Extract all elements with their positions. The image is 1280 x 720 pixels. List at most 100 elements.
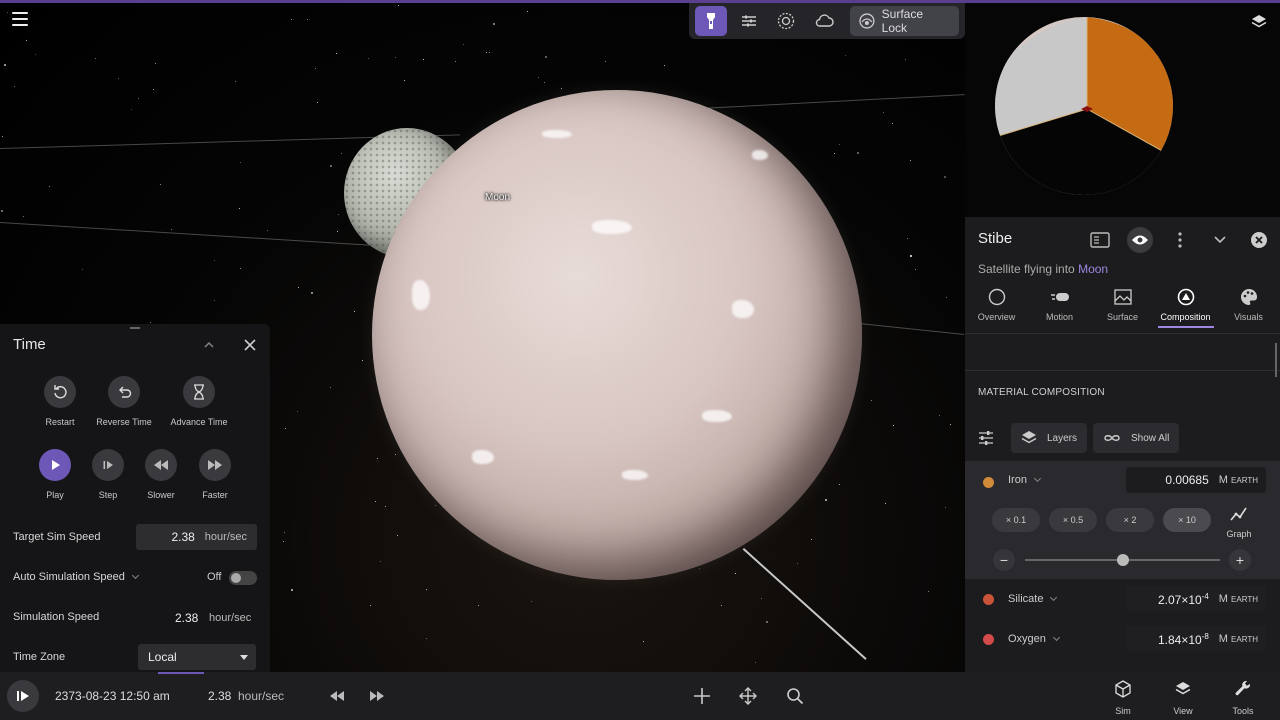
moon-label[interactable]: Moon: [485, 192, 510, 203]
collapse-up-icon[interactable]: [200, 336, 218, 354]
reverse-time-label: Reverse Time: [96, 417, 152, 427]
eye-icon[interactable]: [1127, 227, 1153, 253]
material-card-iron: Iron 0.00685 M EARTH × 0.1 × 0.5 × 2 × 1…: [965, 461, 1280, 579]
faster-button[interactable]: Faster: [195, 449, 235, 500]
material-name: Oxygen: [1008, 633, 1046, 645]
material-name-dropdown[interactable]: Oxygen: [1008, 633, 1060, 645]
rewind-icon[interactable]: [326, 685, 348, 707]
faster-label: Faster: [202, 490, 228, 500]
graph-button[interactable]: Graph: [1223, 506, 1255, 539]
show-all-button[interactable]: Show All: [1093, 423, 1180, 453]
tab-surface[interactable]: Surface: [1091, 287, 1154, 329]
star: [857, 152, 859, 154]
panel-drag-handle[interactable]: [130, 327, 140, 329]
star: [291, 589, 293, 591]
flashlight-icon[interactable]: [695, 6, 727, 36]
play-pause-button[interactable]: [7, 680, 39, 712]
reverse-time-button[interactable]: Reverse Time: [90, 376, 158, 427]
auto-sim-speed-toggle[interactable]: [229, 571, 257, 585]
scrollbar[interactable]: [1275, 343, 1277, 377]
stibe-body[interactable]: [372, 90, 862, 580]
close-icon[interactable]: [240, 335, 260, 355]
tab-composition[interactable]: Composition: [1154, 287, 1217, 329]
star: [643, 641, 644, 642]
star: [49, 186, 50, 187]
layers-button[interactable]: Layers: [1011, 423, 1088, 453]
iron-mass-field[interactable]: 0.00685 M EARTH: [1126, 467, 1266, 493]
star: [395, 57, 396, 58]
star: [26, 40, 27, 41]
menu-icon[interactable]: [12, 12, 28, 28]
oxygen-mass-field[interactable]: 1.84×10-8 M EARTH: [1126, 626, 1266, 652]
multiply-2-button[interactable]: × 2: [1106, 508, 1154, 532]
bottom-accent: [158, 672, 204, 674]
star: [455, 61, 456, 62]
mass-unit: M EARTH: [1218, 474, 1258, 486]
decrease-button[interactable]: −: [993, 549, 1015, 571]
target-sim-speed-unit: hour/sec: [204, 531, 247, 543]
star: [892, 123, 893, 124]
filter-sliders-icon[interactable]: [978, 430, 994, 446]
step-button[interactable]: Step: [88, 449, 128, 500]
star: [171, 229, 172, 230]
time-zone-select[interactable]: Local: [138, 644, 256, 670]
silicate-mass-value: 2.07×10-4: [1157, 591, 1209, 607]
target-sim-speed-field[interactable]: 2.38 hour/sec: [136, 524, 257, 550]
multiply-0.5-button[interactable]: × 0.5: [1049, 508, 1097, 532]
advance-time-button[interactable]: Advance Time: [162, 376, 236, 427]
material-name-dropdown[interactable]: Iron: [1008, 474, 1042, 486]
material-name-dropdown[interactable]: Silicate: [1008, 593, 1058, 605]
star: [23, 216, 24, 217]
star: [368, 58, 369, 59]
sim-datetime[interactable]: 2373-08-23 12:50 am: [55, 689, 170, 703]
add-icon[interactable]: [691, 685, 713, 707]
star: [311, 292, 313, 294]
tab-overview[interactable]: Overview: [965, 287, 1028, 329]
body-preview[interactable]: [965, 3, 1280, 217]
nav-view[interactable]: View: [1163, 680, 1203, 716]
mass-unit: M EARTH: [1218, 593, 1258, 605]
star: [493, 23, 495, 25]
star: [735, 573, 736, 574]
body-title: Stibe: [978, 230, 1013, 247]
star: [82, 269, 83, 270]
cloud-icon[interactable]: [808, 6, 840, 36]
target-sim-speed-value: 2.38: [171, 530, 195, 544]
multiply-0.1-button[interactable]: × 0.1: [992, 508, 1040, 532]
surface-lock-label: Surface Lock: [881, 7, 923, 35]
chevron-down-icon[interactable]: [1209, 229, 1231, 251]
surface-lock-button[interactable]: Surface Lock: [849, 6, 959, 36]
section-title: MATERIAL COMPOSITION: [978, 387, 1105, 398]
tab-motion-label: Motion: [1045, 312, 1073, 322]
restart-button[interactable]: Restart: [30, 376, 90, 427]
fast-forward-icon[interactable]: [366, 685, 388, 707]
target-sim-speed-label: Target Sim Speed: [13, 531, 101, 543]
gravity-icon[interactable]: [770, 6, 802, 36]
nav-sim[interactable]: Sim: [1103, 680, 1143, 716]
tab-visuals[interactable]: Visuals: [1217, 287, 1280, 329]
orbit-move-icon[interactable]: [737, 685, 759, 707]
multiply-10-button[interactable]: × 10: [1163, 508, 1211, 532]
play-button[interactable]: Play: [35, 449, 75, 500]
star: [946, 297, 947, 298]
search-icon[interactable]: [784, 685, 806, 707]
surface-lock-icon: [859, 13, 875, 29]
filter-sliders-icon[interactable]: [733, 6, 765, 36]
parent-body-link[interactable]: Moon: [1078, 262, 1108, 276]
sidebar-panel-icon[interactable]: [1089, 229, 1111, 251]
nav-tools[interactable]: Tools: [1223, 680, 1263, 716]
close-icon[interactable]: [1248, 229, 1270, 251]
chevron-down-icon: [131, 571, 139, 580]
iron-mass-value: 0.00685: [1165, 473, 1209, 487]
layers-icon[interactable]: [1250, 13, 1268, 31]
more-options-icon[interactable]: [1169, 229, 1191, 251]
increase-button[interactable]: +: [1229, 549, 1251, 571]
slider-knob[interactable]: [1116, 554, 1129, 566]
silicate-mass-field[interactable]: 2.07×10-4 M EARTH: [1126, 586, 1266, 612]
star: [315, 68, 316, 69]
tab-motion[interactable]: Motion: [1028, 287, 1091, 329]
star: [489, 52, 490, 53]
rewind-icon: [145, 449, 177, 481]
slower-button[interactable]: Slower: [141, 449, 181, 500]
auto-sim-speed-dropdown[interactable]: Auto Simulation Speed: [13, 571, 139, 583]
